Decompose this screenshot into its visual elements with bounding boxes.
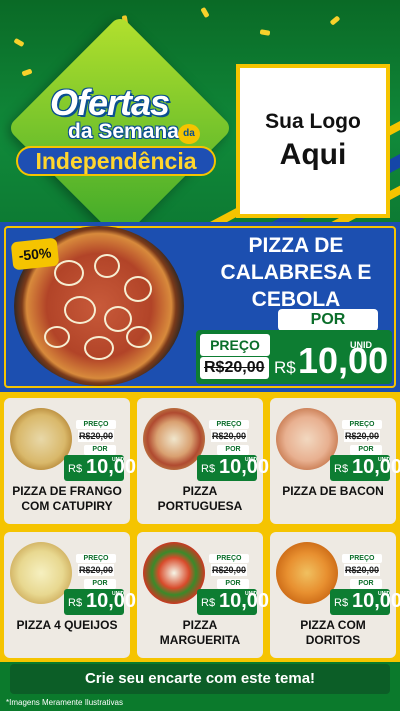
- product-old-price: R$20,00: [78, 430, 114, 442]
- product-preco-label: PREÇO: [209, 420, 249, 429]
- product-price: 10,00: [352, 456, 400, 478]
- featured-preco-label: PREÇO: [200, 334, 270, 356]
- product-name-line: PORTUGUESA: [157, 499, 243, 513]
- product-preco-label: PREÇO: [76, 420, 116, 429]
- featured-name-line: PIZZA DE: [248, 234, 344, 257]
- product-card[interactable]: PREÇO R$20,00 POR R$ 10,00 UNID PIZZA PORTUGUES…: [137, 398, 269, 524]
- onion-ring: [44, 326, 70, 348]
- product-unit: UNID: [112, 591, 125, 597]
- featured-unit: UNID: [350, 340, 372, 350]
- product-currency: R$: [334, 597, 349, 609]
- confetti: [200, 6, 210, 19]
- title-badge: da: [178, 124, 200, 144]
- product-name-line: PIZZA DE FRANGO: [12, 484, 122, 498]
- title-independencia: Independência: [16, 146, 216, 176]
- featured-old-price: R$20,00: [200, 357, 269, 379]
- header-banner: Ofertas da Semana da Independência Sua L…: [0, 0, 400, 222]
- logo-placeholder[interactable]: Sua Logo Aqui: [236, 64, 390, 218]
- product-unit: UNID: [245, 457, 258, 463]
- product-name-line: PIZZA COM: [300, 618, 366, 632]
- product-old-price: R$20,00: [344, 430, 380, 442]
- product-unit: UNID: [378, 457, 391, 463]
- product-pizza-image: [143, 542, 205, 604]
- product-por-label: POR: [84, 579, 116, 589]
- featured-currency: R$: [274, 358, 296, 377]
- product-currency: R$: [201, 597, 216, 609]
- product-pizza-image: [143, 408, 205, 470]
- product-name: PIZZA 4 QUEIJOS: [6, 618, 128, 633]
- onion-ring: [94, 254, 120, 278]
- product-por-label: POR: [350, 445, 382, 455]
- product-preco-label: PREÇO: [209, 554, 249, 563]
- product-name-line: MARGUERITA: [159, 633, 241, 647]
- featured-name: PIZZA DE CALABRESA E CEBOLA: [196, 232, 396, 313]
- product-currency: R$: [68, 463, 83, 475]
- confetti: [329, 15, 341, 26]
- product-card[interactable]: PREÇO R$20,00 POR R$ 10,00 UNID PIZZA DE FRANG…: [4, 398, 136, 524]
- logo-text-line1: Sua Logo: [265, 110, 361, 133]
- product-pizza-image: [276, 542, 338, 604]
- product-name-line: PIZZA DE BACON: [282, 484, 384, 498]
- product-por-label: POR: [217, 579, 249, 589]
- confetti: [13, 37, 25, 48]
- product-card[interactable]: PREÇO R$20,00 POR R$ 10,00 UNID PIZZA DE BACON: [270, 398, 400, 524]
- product-pizza-image: [10, 408, 72, 470]
- title-semana: da Semana: [68, 120, 179, 143]
- cta-banner[interactable]: Crie seu encarte com este tema!: [10, 664, 390, 694]
- product-preco-label: PREÇO: [342, 554, 382, 563]
- product-name-line: DORITOS: [305, 633, 361, 647]
- onion-ring: [84, 336, 114, 360]
- onion-ring: [126, 326, 152, 348]
- product-pizza-image: [10, 542, 72, 604]
- product-old-price: R$20,00: [211, 430, 247, 442]
- product-currency: R$: [201, 463, 216, 475]
- featured-name-line: CALABRESA E: [220, 261, 372, 284]
- product-old-price: R$20,00: [78, 564, 114, 576]
- product-pizza-image: [276, 408, 338, 470]
- product-name-line: COM CATUPIRY: [21, 499, 113, 513]
- product-name: PIZZA PORTUGUESA: [139, 484, 261, 514]
- product-preco-label: PREÇO: [76, 554, 116, 563]
- confetti: [21, 68, 33, 77]
- product-currency: R$: [68, 597, 83, 609]
- product-card[interactable]: PREÇO R$20,00 POR R$ 10,00 UNID PIZZA COM DORIT…: [270, 532, 400, 658]
- confetti: [259, 29, 271, 36]
- product-name: PIZZA DE BACON: [272, 484, 394, 499]
- product-unit: UNID: [112, 457, 125, 463]
- product-por-label: POR: [84, 445, 116, 455]
- product-name-line: PIZZA: [182, 484, 218, 498]
- product-price: 10,00: [352, 590, 400, 612]
- product-preco-label: PREÇO: [342, 420, 382, 429]
- product-por-label: POR: [350, 579, 382, 589]
- product-por-label: POR: [217, 445, 249, 455]
- product-name: PIZZA MARGUERITA: [139, 618, 261, 648]
- onion-ring: [54, 260, 84, 286]
- product-unit: UNID: [245, 591, 258, 597]
- product-currency: R$: [334, 463, 349, 475]
- product-name: PIZZA DE FRANGO COM CATUPIRY: [6, 484, 128, 514]
- product-name: PIZZA COM DORITOS: [272, 618, 394, 648]
- title-ofertas: Ofertas: [50, 82, 170, 123]
- product-name-line: PIZZA 4 QUEIJOS: [16, 618, 118, 632]
- product-card[interactable]: PREÇO R$20,00 POR R$ 10,00 UNID PIZZA 4 QUEIJO…: [4, 532, 136, 658]
- discount-badge: -50%: [10, 237, 60, 271]
- product-name-line: PIZZA: [182, 618, 218, 632]
- onion-ring: [124, 276, 152, 302]
- product-old-price: R$20,00: [211, 564, 247, 576]
- product-unit: UNID: [378, 591, 391, 597]
- disclaimer: *Imagens Meramente Ilustrativas: [6, 698, 123, 707]
- featured-price: 10,00: [298, 340, 389, 381]
- featured-por-label: POR: [278, 309, 378, 331]
- logo-text-line2: Aqui: [279, 138, 347, 171]
- product-card[interactable]: PREÇO R$20,00 POR R$ 10,00 UNID PIZZA MARGUERIT…: [137, 532, 269, 658]
- onion-ring: [64, 296, 96, 324]
- onion-ring: [104, 306, 132, 332]
- product-old-price: R$20,00: [344, 564, 380, 576]
